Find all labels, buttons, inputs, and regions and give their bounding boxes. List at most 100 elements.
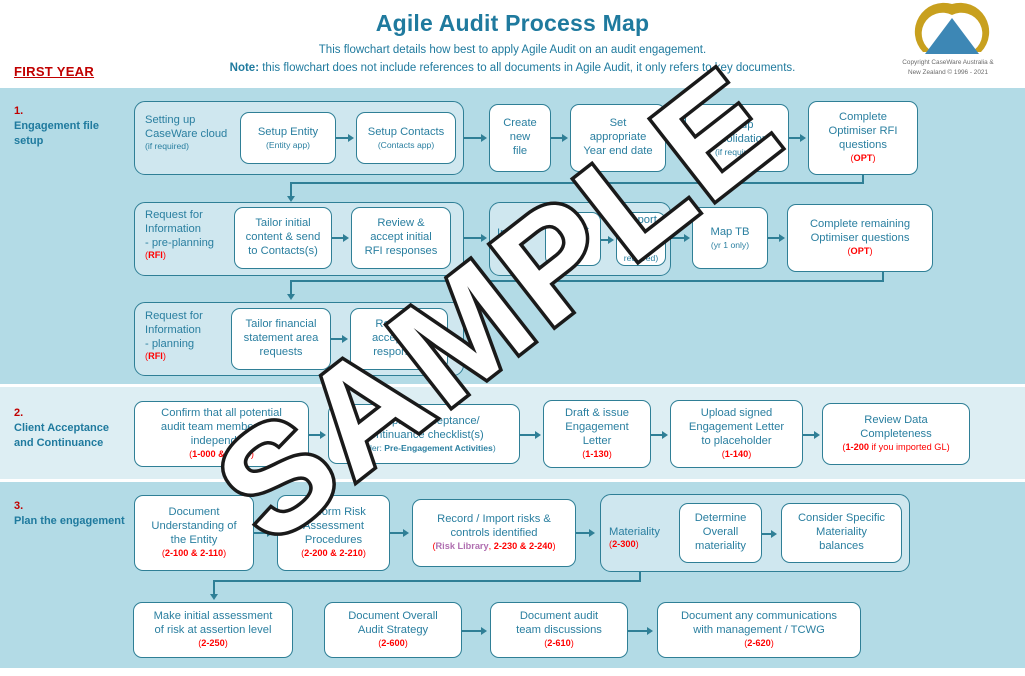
review-data-completeness-code: (1-200 if you imported GL) xyxy=(842,442,950,453)
arrow-right-icon xyxy=(481,627,487,635)
materiality-line-1: Materiality xyxy=(609,526,660,538)
first-year-label: FIRST YEAR xyxy=(14,64,95,79)
section-name-2: Client Acceptance and Continuance xyxy=(14,422,109,450)
box-perform-risk-assessment[interactable]: Perform Risk Assessment Procedures (2-200… xyxy=(277,495,390,571)
record-import-risks-code: (Risk Library, 2-230 & 2-240) xyxy=(432,541,556,552)
box-review-accept-initial-rfi[interactable]: Review & accept initial RFI responses xyxy=(351,207,451,269)
arrow-right-icon xyxy=(662,431,668,439)
page-header: Agile Audit Process Map This flowchart d… xyxy=(0,0,1025,88)
box-engagement-letter[interactable]: Draft & issue Engagement Letter (1-130) xyxy=(543,400,651,468)
review-accept-rfi-responses-title: Review & accept RFI responses xyxy=(371,318,427,358)
copyright-line-1: Copyright CaseWare Australia & xyxy=(902,59,994,66)
set-year-end-title: Set appropriate Year end date xyxy=(583,117,653,157)
box-import-tb[interactable]: Import TB xyxy=(545,212,601,266)
engagement-letter-title: Draft & issue Engagement Letter xyxy=(564,407,630,448)
rfi-plan-code: (RFI) xyxy=(145,351,166,361)
upload-signed-letter-code: (1-140) xyxy=(721,449,752,460)
engagement-letter-code: (1-130) xyxy=(582,449,612,460)
import-data-line-1: Import xyxy=(497,227,529,239)
box-upload-signed-letter[interactable]: Upload signed Engagement Letter to place… xyxy=(670,400,803,468)
section-number-2: 2. xyxy=(14,407,24,419)
arrow-right-icon xyxy=(348,134,354,142)
determine-overall-materiality-title: Determine Overall materiality xyxy=(694,512,747,552)
arrow-right-icon xyxy=(771,530,777,538)
document-understanding-title: Document Understanding of the Entity xyxy=(151,506,237,547)
box-review-accept-rfi-responses[interactable]: Review & accept RFI responses xyxy=(350,308,448,370)
document-communications-code: (2-620) xyxy=(744,638,774,649)
arrow-right-icon xyxy=(562,134,568,142)
rfi-pre-line-2: Information xyxy=(145,223,201,235)
box-map-tb[interactable]: Map TB (yr 1 only) xyxy=(692,207,768,269)
perform-risk-assessment-title: Perform Risk Assessment Procedures xyxy=(301,506,366,547)
process-map-page: Agile Audit Process Map This flowchart d… xyxy=(0,0,1025,676)
group-rfi-planning-label: Request for Information - planning (RFI) xyxy=(145,309,241,363)
rfi-pre-line-3: - pre-planning xyxy=(145,237,215,249)
box-make-initial-assessment[interactable]: Make initial assessment of risk at asser… xyxy=(133,602,293,658)
box-document-audit-strategy[interactable]: Document Overall Audit Strategy (2-600) xyxy=(324,602,462,658)
section-label-3: 3. Plan the engagement xyxy=(14,499,129,529)
box-setup-consolidations[interactable]: Set-up Consolidations (if required) xyxy=(685,104,789,172)
box-consider-specific-materiality[interactable]: Consider Specific Materiality balances xyxy=(781,503,902,563)
arrow-right-icon xyxy=(677,134,683,142)
arrow-right-icon xyxy=(779,234,785,242)
tailor-fs-area-requests-title: Tailor financial statement area requests xyxy=(243,318,319,358)
box-document-team-discussions[interactable]: Document audit team discussions (2-610) xyxy=(490,602,628,658)
box-determine-overall-materiality[interactable]: Determine Overall materiality xyxy=(679,503,762,563)
import-data-line-2: data xyxy=(497,241,519,253)
box-set-year-end[interactable]: Set appropriate Year end date xyxy=(570,104,666,172)
box-confirm-independence[interactable]: Confirm that all potential audit team me… xyxy=(134,401,309,467)
map-tb-sub: (yr 1 only) xyxy=(710,239,750,250)
materiality-code: (2-300) xyxy=(609,539,639,549)
arrow-down-icon xyxy=(210,594,218,600)
complete-optimiser-rfi-code: (OPT) xyxy=(850,153,876,164)
import-tb-title: Import TB xyxy=(557,225,589,251)
box-import-gl[interactable]: Import GL (if required) xyxy=(616,212,666,266)
note-label: Note: xyxy=(229,62,260,74)
section-name-3: Plan the engagement xyxy=(14,515,125,528)
setup-contacts-sub: (Contacts app) xyxy=(377,139,435,150)
acceptance-checklist-sub: (Folder: Pre-Engagement Activities) xyxy=(352,442,496,453)
box-tailor-fs-area-requests[interactable]: Tailor financial statement area requests xyxy=(231,308,331,370)
rfi-plan-line-1: Request for xyxy=(145,310,203,322)
arrow-right-icon xyxy=(343,234,349,242)
rfi-pre-line-1: Request for xyxy=(145,209,203,221)
record-import-risks-title: Record / Import risks & controls identif… xyxy=(437,513,551,540)
complete-optimiser-rfi-title: Complete Optimiser RFI questions xyxy=(828,111,898,152)
note-text: this flowchart does not include referenc… xyxy=(259,62,796,74)
box-create-new-file[interactable]: Create new file xyxy=(489,104,551,172)
review-data-completeness-title: Review Data Completeness xyxy=(860,414,932,441)
box-document-understanding[interactable]: Document Understanding of the Entity (2-1… xyxy=(134,495,254,571)
box-tailor-initial-content[interactable]: Tailor initial content & send to Contact… xyxy=(234,207,332,269)
consider-specific-materiality-title: Consider Specific Materiality balances xyxy=(797,512,886,552)
arrow-right-icon xyxy=(589,529,595,537)
confirm-independence-title: Confirm that all potential audit team me… xyxy=(160,407,283,448)
box-record-import-risks[interactable]: Record / Import risks & controls identif… xyxy=(412,499,576,567)
make-initial-assessment-title: Make initial assessment of risk at asser… xyxy=(153,610,273,637)
box-document-communications[interactable]: Document any communications with managem… xyxy=(657,602,861,658)
arrow-right-icon xyxy=(535,431,541,439)
setup-consolidations-title: Set-up Consolidations xyxy=(700,118,774,145)
cloud-setup-line-1: Setting up xyxy=(145,114,196,126)
copyright-line-2: New Zealand © 1996 - 2021 xyxy=(907,68,989,76)
arrow-right-icon xyxy=(320,431,326,439)
arrow-right-icon xyxy=(608,236,614,244)
arrow-right-icon xyxy=(800,134,806,142)
box-review-data-completeness[interactable]: Review Data Completeness (1-200 if you im… xyxy=(822,403,970,465)
document-team-discussions-title: Document audit team discussions xyxy=(516,610,602,637)
group-import-data-label: Import data xyxy=(497,226,543,254)
box-acceptance-checklist[interactable]: Complete acceptance/ continuance checkli… xyxy=(328,404,520,464)
upload-signed-letter-title: Upload signed Engagement Letter to place… xyxy=(688,407,785,448)
box-complete-remaining-optimiser[interactable]: Complete remaining Optimiser questions (O… xyxy=(787,204,933,272)
box-setup-entity[interactable]: Setup Entity (Entity app) xyxy=(240,112,336,164)
box-setup-contacts[interactable]: Setup Contacts (Contacts app) xyxy=(356,112,456,164)
copyright-text: Copyright CaseWare Australia & New Zeala… xyxy=(883,58,1013,77)
section-name-1: Engagement file setup xyxy=(14,120,99,148)
subtitle-line-1: This flowchart details how best to apply… xyxy=(318,44,707,56)
box-complete-optimiser-rfi[interactable]: Complete Optimiser RFI questions (OPT) xyxy=(808,101,918,175)
arrow-right-icon xyxy=(403,529,409,537)
document-team-discussions-code: (2-610) xyxy=(544,638,574,649)
document-audit-strategy-title: Document Overall Audit Strategy xyxy=(348,610,438,637)
perform-risk-assessment-code: (2-200 & 2-210) xyxy=(301,548,366,559)
group-cloud-setup-label: Setting up CaseWare cloud (if required) xyxy=(145,113,235,152)
complete-remaining-optimiser-title: Complete remaining Optimiser questions xyxy=(809,218,911,245)
